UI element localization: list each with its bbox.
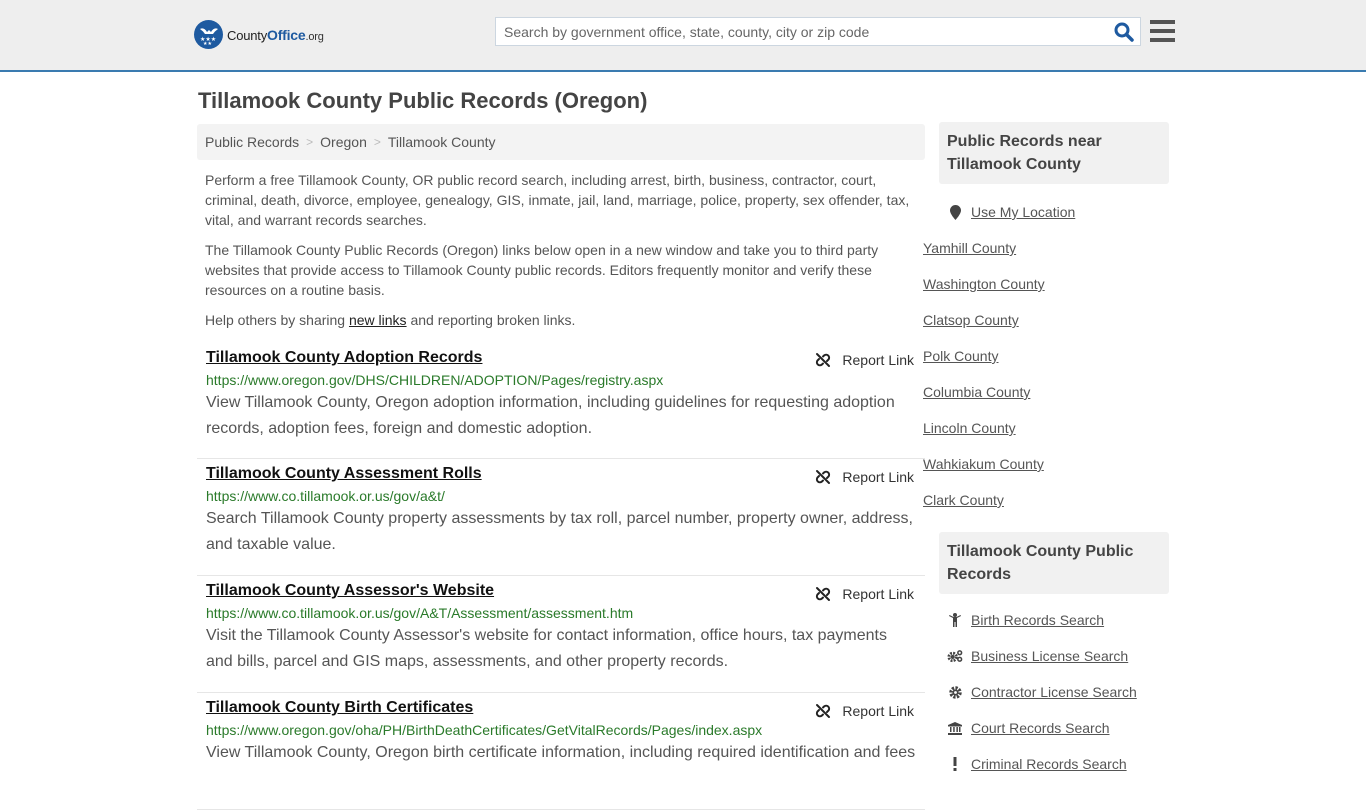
search-box [495,17,1141,46]
nearby-county-item: Clatsop County [923,302,1161,338]
record-url: https://www.oregon.gov/DHS/CHILDREN/ADOP… [206,372,664,388]
gear-icon [947,685,963,699]
exclamation-icon [947,757,963,771]
broken-link-icon [816,470,831,484]
nearby-county-list: Use My Location Yamhill County Washingto… [923,184,1169,518]
nearby-county-item: Clark County [923,482,1161,518]
record-title-link[interactable]: Tillamook County Assessment Rolls [206,465,482,483]
breadcrumb-oregon[interactable]: Oregon [320,134,367,150]
new-links-link[interactable]: new links [349,312,407,328]
search-button[interactable] [1114,22,1134,42]
record-entry: Tillamook County Birth Certificates Repo… [197,693,925,810]
county-records-list: Birth Records Search Business License Se… [939,594,1169,782]
records-category-item: Criminal Records Search [947,746,1161,782]
site-header: ★★★ ★★ CountyOffice.org [0,0,1366,72]
intro-paragraph: Perform a free Tillamook County, OR publ… [205,172,910,228]
county-link-yamhill[interactable]: Yamhill County [923,240,1016,256]
courthouse-icon [947,721,963,735]
county-link-clatsop[interactable]: Clatsop County [923,312,1019,328]
nearby-county-item: Wahkiakum County [923,446,1161,482]
county-link-columbia[interactable]: Columbia County [923,384,1030,400]
page-title: Tillamook County Public Records (Oregon) [198,88,648,113]
breadcrumb: Public Records > Oregon > Tillamook Coun… [197,124,925,160]
menu-bar-icon [1150,38,1175,42]
nearby-county-item: Washington County [923,266,1161,302]
menu-bar-icon [1150,20,1175,24]
record-url: https://www.co.tillamook.or.us/gov/A&T/A… [206,605,634,621]
record-description: Visit the Tillamook County Assessor's we… [206,627,887,670]
menu-bar-icon [1150,29,1175,33]
intro: Perform a free Tillamook County, OR publ… [197,170,925,330]
contractor-license-search-link[interactable]: Contractor License Search [971,684,1137,700]
report-link-button[interactable]: Report Link [815,586,914,602]
gears-icon [947,649,963,663]
nearby-county-item: Columbia County [923,374,1161,410]
search-icon [1114,22,1134,42]
record-url: https://www.oregon.gov/oha/PH/BirthDeath… [206,722,763,738]
logo-text: CountyOffice.org [227,26,324,43]
record-entry: Tillamook County Adoption Records Report… [197,342,925,459]
svg-text:★★: ★★ [203,41,212,45]
use-my-location-link[interactable]: Use My Location [971,204,1075,220]
nearby-county-item: Lincoln County [923,410,1161,446]
report-link-button[interactable]: Report Link [815,352,914,368]
logo[interactable]: ★★★ ★★ CountyOffice.org [194,20,324,49]
county-link-wahkiakum[interactable]: Wahkiakum County [923,456,1044,472]
use-location-item: Use My Location [947,194,1161,230]
intro-help-text: Help others by sharing new links and rep… [205,312,576,328]
court-records-search-link[interactable]: Court Records Search [971,720,1110,736]
breadcrumb-public-records[interactable]: Public Records [205,134,299,150]
hamburger-menu-button[interactable] [1150,20,1175,42]
record-list: Tillamook County Adoption Records Report… [197,342,925,810]
record-url: https://www.co.tillamook.or.us/gov/a&t/ [206,488,445,504]
business-license-search-link[interactable]: Business License Search [971,648,1128,664]
logo-eagle-icon: ★★★ ★★ [194,20,223,49]
map-marker-icon [947,204,963,220]
record-description: View Tillamook County, Oregon adoption i… [206,394,895,437]
record-entry: Tillamook County Assessment Rolls Report… [197,459,925,576]
search-input[interactable] [496,18,1096,45]
record-entry: Tillamook County Assessor's Website Repo… [197,576,925,693]
broken-link-icon [816,587,831,601]
county-link-clark[interactable]: Clark County [923,492,1004,508]
report-link-button[interactable]: Report Link [815,703,914,719]
county-records-heading: Tillamook County Public Records [939,532,1169,594]
record-title-link[interactable]: Tillamook County Adoption Records [206,349,482,367]
county-link-polk[interactable]: Polk County [923,348,998,364]
child-icon [947,613,963,627]
record-description: Search Tillamook County property assessm… [206,510,913,553]
county-link-washington[interactable]: Washington County [923,276,1045,292]
broken-link-icon [816,353,831,367]
report-link-button[interactable]: Report Link [815,469,914,485]
main-content: Public Records > Oregon > Tillamook Coun… [197,124,925,810]
records-category-item: Court Records Search [947,710,1161,746]
county-link-lincoln[interactable]: Lincoln County [923,420,1016,436]
record-description: View Tillamook County, Oregon birth cert… [206,744,916,761]
nearby-records-heading: Public Records near Tillamook County [939,122,1169,184]
records-category-item: Birth Records Search [947,602,1161,638]
records-category-item: Contractor License Search [947,674,1161,710]
criminal-records-search-link[interactable]: Criminal Records Search [971,756,1127,772]
sidebar: Public Records near Tillamook County Use… [923,122,1169,782]
breadcrumb-separator: > [373,135,381,149]
broken-link-icon [816,704,831,718]
nearby-county-item: Yamhill County [923,230,1161,266]
record-title-link[interactable]: Tillamook County Birth Certificates [206,699,473,717]
records-category-item: Business License Search [947,638,1161,674]
record-title-link[interactable]: Tillamook County Assessor's Website [206,582,494,600]
birth-records-search-link[interactable]: Birth Records Search [971,612,1104,628]
breadcrumb-separator: > [306,135,314,149]
intro-paragraph: The Tillamook County Public Records (Ore… [205,242,879,298]
nearby-county-item: Polk County [923,338,1161,374]
breadcrumb-tillamook-county[interactable]: Tillamook County [388,134,496,150]
